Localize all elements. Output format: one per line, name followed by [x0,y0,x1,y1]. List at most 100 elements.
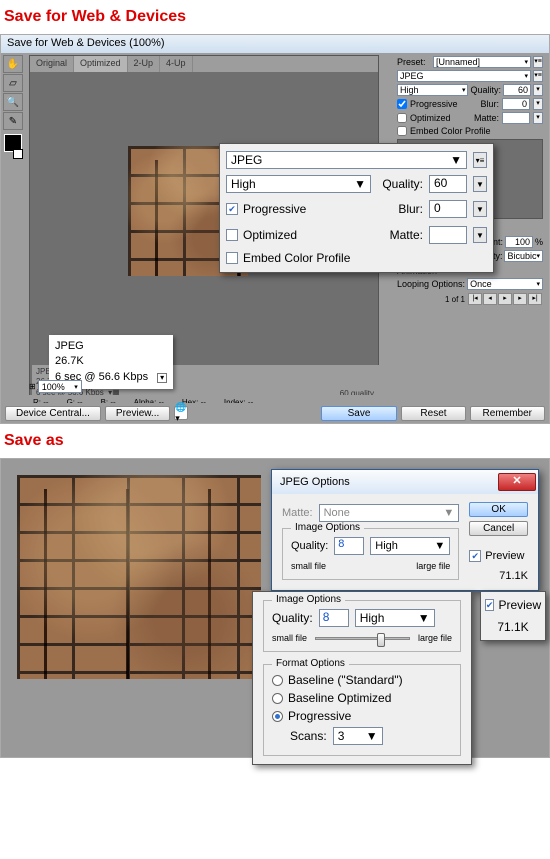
blur-value[interactable]: 0 [502,98,530,110]
reset-button[interactable]: Reset [401,406,465,421]
preset-select[interactable]: [Unnamed]▾ [433,56,531,68]
browser-preview-icon[interactable]: 🌐▾ [174,406,188,420]
image-options-title: Image Options [291,522,364,533]
popup-matte-dd-icon[interactable]: ▼ [473,227,487,243]
matte-swatch[interactable] [502,112,530,124]
popup-quality-value[interactable]: 8 [319,609,349,627]
tab-2up[interactable]: 2-Up [128,56,161,72]
image-options-group: Image Options Quality: 8 High▼ small fil… [282,528,459,580]
dialog-buttons: Device Central... Preview... 🌐▾ Save Res… [1,403,549,423]
device-central-button[interactable]: Device Central... [5,406,101,421]
info-dropdown-icon[interactable]: ▾ [157,373,167,383]
scans-select[interactable]: 3▼ [333,727,383,745]
popup-preview-checkbox[interactable]: ✔Preview [485,598,541,612]
popup-quality-value[interactable]: 60 [429,175,467,193]
anim-next-icon[interactable]: ▸ [513,293,527,305]
popup-matte-swatch[interactable] [429,226,467,244]
format-select[interactable]: JPEG▾ [397,70,531,82]
eyedropper-tool-icon[interactable]: ✎ [3,112,23,130]
background-swatch[interactable] [13,149,23,159]
heading-save-for-web: Save for Web & Devices [0,0,550,34]
loop-select[interactable]: Once▾ [467,278,543,290]
close-icon[interactable]: ✕ [498,473,536,491]
popup-format-select[interactable]: JPEG▼ [226,151,467,169]
zoom-field[interactable]: ⊞ 100%▾ [29,380,82,393]
format-options-title: Format Options [272,658,349,669]
anim-play-icon[interactable]: ▸ [498,293,512,305]
heading-save-as: Save as [0,424,550,458]
popup-matte-label: Matte: [377,228,423,242]
popup-optimized[interactable]: Optimized [226,225,371,245]
hand-tool-icon[interactable]: ✋ [3,55,23,73]
anim-prev-icon[interactable]: ◂ [483,293,497,305]
quality-value[interactable]: 60 [503,84,531,96]
image-options-popup: Image Options Quality: 8 High▼ small fil… [252,591,472,765]
popup-quality-label: Quality: [377,177,423,191]
tab-4up[interactable]: 4-Up [160,56,193,72]
optimized-checkbox[interactable] [397,113,407,123]
quality-value[interactable]: 8 [334,537,364,555]
popup-quality-dd-icon[interactable]: ▼ [473,176,487,192]
format-menu-icon[interactable]: ▾≡ [533,70,543,82]
window-title: Save for Web & Devices (100%) [1,35,549,53]
save-button[interactable]: Save [321,406,398,421]
cancel-button[interactable]: Cancel [469,521,528,536]
tab-original[interactable]: Original [30,56,74,72]
zoom-tool-icon[interactable]: 🔍 [3,93,23,111]
progressive-label: Progressive [410,99,458,109]
remember-button[interactable]: Remember [470,406,545,421]
tab-optimized[interactable]: Optimized [74,56,128,72]
preset-menu-icon[interactable]: ▾≡ [533,56,543,68]
preset-label: Preset: [397,57,431,67]
radio-baseline[interactable]: Baseline ("Standard") [272,671,452,689]
loop-label: Looping Options: [397,279,465,289]
embed-checkbox[interactable] [397,126,407,136]
popup-embed[interactable]: Embed Color Profile [226,248,487,268]
is-quality-select[interactable]: Bicubic▾ [504,250,543,262]
anim-last-icon[interactable]: ▸| [528,293,542,305]
popup-image-options-title: Image Options [272,594,345,605]
large-file-label: large file [416,561,450,571]
preview-tabs: Original Optimized 2-Up 4-Up [30,56,378,72]
popup-blur-dd-icon[interactable]: ▼ [473,201,487,217]
percent-value[interactable]: 100 [505,236,533,248]
quality-slider[interactable] [315,637,410,640]
matte-label: Matte: [282,507,313,519]
saveas-preview-image [17,475,261,679]
optimized-label: Optimized [410,113,451,123]
popup-quality-preset-select[interactable]: High▼ [226,175,371,193]
percent-unit: % [535,237,543,247]
quality-label: Quality: [291,540,328,552]
matte-dd-icon[interactable]: ▾ [533,112,543,124]
settings-zoom-popup: JPEG▼ ▾≡ High▼ Quality: 60 ▼ ✔Progressiv… [219,143,494,273]
popup-progressive[interactable]: ✔Progressive [226,199,371,219]
blur-dd-icon[interactable]: ▾ [533,98,543,110]
matte-select[interactable]: None▼ [319,504,460,522]
matte-label: Matte: [474,113,499,123]
quality-preset-select[interactable]: High▾ [397,84,468,96]
slice-tool-icon[interactable]: ▱ [3,74,23,92]
scans-label: Scans: [290,729,327,743]
dialog-title: JPEG Options [280,476,350,488]
popup-quality-preset-select[interactable]: High▼ [355,609,435,627]
filesize-label: 71.1K [469,566,528,582]
radio-progressive[interactable]: Progressive [272,707,452,725]
info-format: JPEG [55,340,84,352]
radio-optimized[interactable]: Baseline Optimized [272,689,452,707]
preview-button[interactable]: Preview... [105,406,170,421]
anim-first-icon[interactable]: |◂ [468,293,482,305]
popup-blur-label: Blur: [377,202,423,216]
popup-small-file: small file [272,633,307,643]
popup-format-menu-icon[interactable]: ▾≡ [473,152,487,168]
quality-dd-icon[interactable]: ▾ [533,84,543,96]
jpeg-options-dialog: JPEG Options ✕ Matte: None▼ Image Option… [271,469,539,591]
popup-blur-value[interactable]: 0 [429,200,467,218]
ok-button[interactable]: OK [469,502,528,517]
progressive-checkbox[interactable] [397,99,407,109]
quality-preset-select[interactable]: High▼ [370,537,450,555]
preview-checkbox[interactable]: ✔Preview [469,550,528,562]
popup-filesize: 71.1K [485,612,541,634]
popup-large-file: large file [418,633,452,643]
popup-quality-label: Quality: [272,611,313,625]
embed-label: Embed Color Profile [410,126,491,136]
